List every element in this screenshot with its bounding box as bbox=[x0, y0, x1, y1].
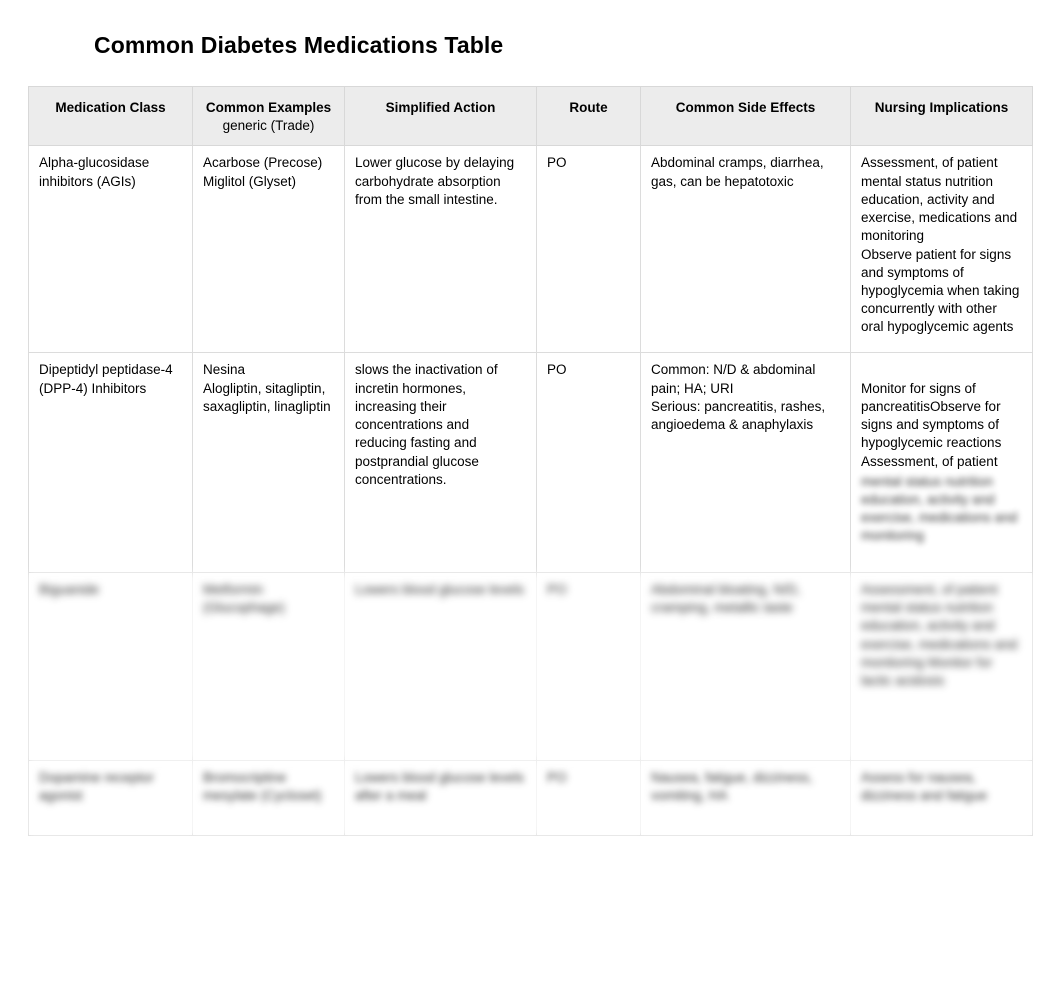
column-header-label: Nursing Implications bbox=[874, 100, 1009, 115]
cell-side-effects: Abdominal cramps, diarrhea, gas, can be … bbox=[640, 145, 851, 354]
column-header-common-examples: Common Examples generic (Trade) bbox=[192, 85, 345, 147]
page-title: Common Diabetes Medications Table bbox=[94, 32, 504, 58]
column-header-simplified-action: Simplified Action bbox=[344, 85, 537, 147]
cell-medication-class: Dipeptidyl peptidase-4 (DPP-4) Inhibitor… bbox=[28, 352, 193, 573]
cell-simplified-action: slows the inactivation of incretin hormo… bbox=[344, 352, 537, 573]
cell-common-examples: Acarbose (Precose) Miglitol (Glyset) bbox=[192, 145, 345, 354]
cell-common-examples: Metformin (Glucophage) bbox=[192, 571, 345, 761]
table-header: Medication Class Common Examples generic… bbox=[28, 85, 1033, 147]
cell-side-effects: Nausea, fatigue, dizziness, vomiting, HA bbox=[640, 759, 851, 836]
table-row: Biguanide Metformin (Glucophage) Lowers … bbox=[28, 571, 1033, 761]
cell-medication-class: Alpha-glucosidase inhibitors (AGIs) bbox=[28, 145, 193, 354]
cell-simplified-action: Lowers blood glucose levels after a meal bbox=[344, 759, 537, 836]
cell-medication-class: Biguanide bbox=[28, 571, 193, 761]
column-header-label: Common Side Effects bbox=[675, 100, 816, 115]
cell-common-examples: Bromocriptine mesylate (Cycloset) bbox=[192, 759, 345, 836]
cell-nursing-implications: Monitor for signs of pancreatitisObserve… bbox=[850, 352, 1033, 573]
cell-route: PO bbox=[536, 571, 641, 761]
table-row: Alpha-glucosidase inhibitors (AGIs) Acar… bbox=[28, 145, 1033, 354]
medications-table-container: Medication Class Common Examples generic… bbox=[28, 85, 1033, 836]
column-header-sublabel: generic (Trade) bbox=[222, 118, 315, 134]
cell-route: PO bbox=[536, 759, 641, 836]
column-header-label: Route bbox=[569, 100, 608, 115]
cell-text-blurred: mental status nutrition education, activ… bbox=[861, 473, 1018, 544]
table-row: Dipeptidyl peptidase-4 (DPP-4) Inhibitor… bbox=[28, 352, 1033, 573]
column-header-label: Simplified Action bbox=[385, 100, 496, 115]
column-header-route: Route bbox=[536, 85, 641, 147]
column-header-medication-class: Medication Class bbox=[28, 85, 193, 147]
table-body: Alpha-glucosidase inhibitors (AGIs) Acar… bbox=[28, 145, 1033, 836]
column-header-label: Common Examples bbox=[205, 100, 332, 115]
cell-route: PO bbox=[536, 145, 641, 354]
cell-common-examples: Nesina Alogliptin, sitagliptin, saxaglip… bbox=[192, 352, 345, 573]
cell-side-effects: Abdominal bloating, N/D, cramping, metal… bbox=[640, 571, 851, 761]
cell-nursing-implications: Assess for nausea, dizziness and fatigue bbox=[850, 759, 1033, 836]
table-row: Dopamine receptor agonist Bromocriptine … bbox=[28, 759, 1033, 836]
cell-medication-class: Dopamine receptor agonist bbox=[28, 759, 193, 836]
column-header-side-effects: Common Side Effects bbox=[640, 85, 851, 147]
cell-route: PO bbox=[536, 352, 641, 573]
column-header-nursing-implications: Nursing Implications bbox=[850, 85, 1033, 147]
table-header-row: Medication Class Common Examples generic… bbox=[28, 85, 1033, 147]
cell-simplified-action: Lowers blood glucose levels bbox=[344, 571, 537, 761]
cell-nursing-implications: Assessment, of patient mental status nut… bbox=[850, 571, 1033, 761]
cell-nursing-implications: Assessment, of patient mental status nut… bbox=[850, 145, 1033, 354]
cell-simplified-action: Lower glucose by delaying carbohydrate a… bbox=[344, 145, 537, 354]
column-header-label: Medication Class bbox=[55, 100, 166, 115]
cell-text: Monitor for signs of pancreatitisObserve… bbox=[861, 380, 1002, 469]
cell-side-effects: Common: N/D & abdominal pain; HA; URI Se… bbox=[640, 352, 851, 573]
medications-table: Medication Class Common Examples generic… bbox=[28, 85, 1033, 836]
